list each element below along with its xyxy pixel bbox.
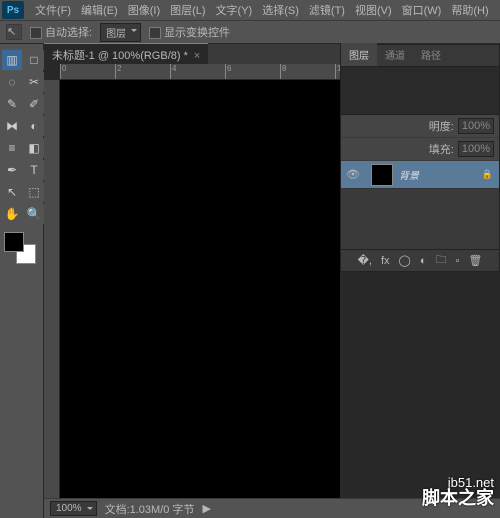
dodge-tool[interactable]: ◧: [24, 138, 44, 158]
pen-tool[interactable]: ✒: [2, 160, 22, 180]
menu-bar: Ps 文件(F) 编辑(E) 图像(I) 图层(L) 文字(Y) 选择(S) 滤…: [0, 0, 500, 20]
app-logo: Ps: [2, 1, 24, 19]
color-swatch[interactable]: [4, 232, 36, 264]
menu-image[interactable]: 图像(I): [123, 2, 165, 18]
menu-help[interactable]: 帮助(H): [446, 2, 493, 18]
move-tool[interactable]: ▥: [2, 50, 22, 70]
ruler-vertical: [44, 80, 60, 498]
type-tool[interactable]: T: [24, 160, 44, 180]
brush-tool[interactable]: ✐: [24, 94, 44, 114]
hand-tool[interactable]: ✋: [2, 204, 22, 224]
zoom-tool[interactable]: 🔍: [24, 204, 44, 224]
fill-label: 填充:: [429, 141, 454, 157]
lasso-tool[interactable]: ◌: [2, 72, 22, 92]
status-arrow-icon[interactable]: ▶: [202, 502, 210, 515]
layer-row[interactable]: 👁 背景 🔒: [341, 161, 499, 189]
adjust-icon[interactable]: ◐: [420, 255, 427, 267]
crop-tool[interactable]: ✂: [24, 72, 44, 92]
layer-thumbnail[interactable]: [371, 164, 393, 186]
menu-type[interactable]: 文字(Y): [211, 2, 258, 18]
lock-icon: 🔒: [482, 169, 493, 180]
menu-file[interactable]: 文件(F): [30, 2, 76, 18]
gradient-tool[interactable]: ≡: [2, 138, 22, 158]
eyedropper-tool[interactable]: ✎: [2, 94, 22, 114]
auto-select-label: 自动选择:: [45, 27, 92, 39]
fill-value[interactable]: 100%: [458, 141, 494, 157]
zoom-level[interactable]: 100%: [50, 501, 97, 516]
options-bar: ↖ 自动选择: 图层 显示变换控件: [0, 20, 500, 44]
menu-edit[interactable]: 编辑(E): [76, 2, 123, 18]
stamp-tool[interactable]: ⧓: [2, 116, 22, 136]
folder-icon[interactable]: 🗀: [436, 251, 447, 270]
opacity-value[interactable]: 100%: [458, 118, 494, 134]
panel-tabs: 图层 通道 路径: [341, 45, 499, 67]
shape-tool[interactable]: ⬚: [24, 182, 44, 202]
move-tool-icon[interactable]: ↖: [6, 24, 22, 40]
doc-size: 文档:1.03M/0 字节: [105, 501, 195, 517]
panel-filter-row: [341, 67, 499, 115]
opacity-label: 明度:: [429, 118, 454, 134]
fg-color[interactable]: [4, 232, 24, 252]
canvas[interactable]: [60, 80, 340, 498]
toolbox: ▥ □ ◌ ✂ ✎ ✐ ⧓ ◐ ≡ ◧ ✒ T ↖ ⬚ ✋ 🔍: [0, 44, 44, 518]
transform-label: 显示变换控件: [164, 27, 230, 39]
menu-layer[interactable]: 图层(L): [165, 2, 210, 18]
new-layer-icon[interactable]: ▫: [456, 255, 460, 267]
fx-icon[interactable]: fx: [381, 255, 390, 267]
layer-name[interactable]: 背景: [399, 167, 482, 182]
menu-select[interactable]: 选择(S): [257, 2, 304, 18]
layers-empty: [341, 189, 499, 249]
tab-channels[interactable]: 通道: [377, 43, 413, 66]
watermark-site: 脚本之家: [422, 484, 494, 510]
tab-layers[interactable]: 图层: [341, 43, 377, 66]
path-tool[interactable]: ↖: [2, 182, 22, 202]
trash-icon[interactable]: 🗑: [468, 254, 482, 267]
marquee-tool[interactable]: □: [24, 50, 44, 70]
close-icon[interactable]: ×: [194, 50, 200, 62]
menu-view[interactable]: 视图(V): [350, 2, 397, 18]
eraser-tool[interactable]: ◐: [24, 116, 44, 136]
tab-paths[interactable]: 路径: [413, 43, 449, 66]
transform-checkbox[interactable]: [149, 27, 161, 39]
mask-icon[interactable]: ◯: [399, 254, 411, 267]
panel-footer: �, fx ◯ ◐ 🗀 ▫ 🗑: [341, 249, 499, 271]
auto-select-dropdown[interactable]: 图层: [100, 23, 141, 42]
link-icon[interactable]: �,: [358, 254, 372, 267]
menu-filter[interactable]: 滤镜(T): [304, 2, 350, 18]
auto-select-checkbox[interactable]: [30, 27, 42, 39]
document-tab[interactable]: 未标题-1 @ 100%(RGB/8) *×: [44, 43, 208, 66]
menu-window[interactable]: 窗口(W): [397, 2, 447, 18]
visibility-icon[interactable]: 👁: [341, 168, 365, 181]
layers-panel: 图层 通道 路径 明度: 100% 填充: 100% 👁 背景 🔒 �, fx …: [340, 44, 500, 272]
